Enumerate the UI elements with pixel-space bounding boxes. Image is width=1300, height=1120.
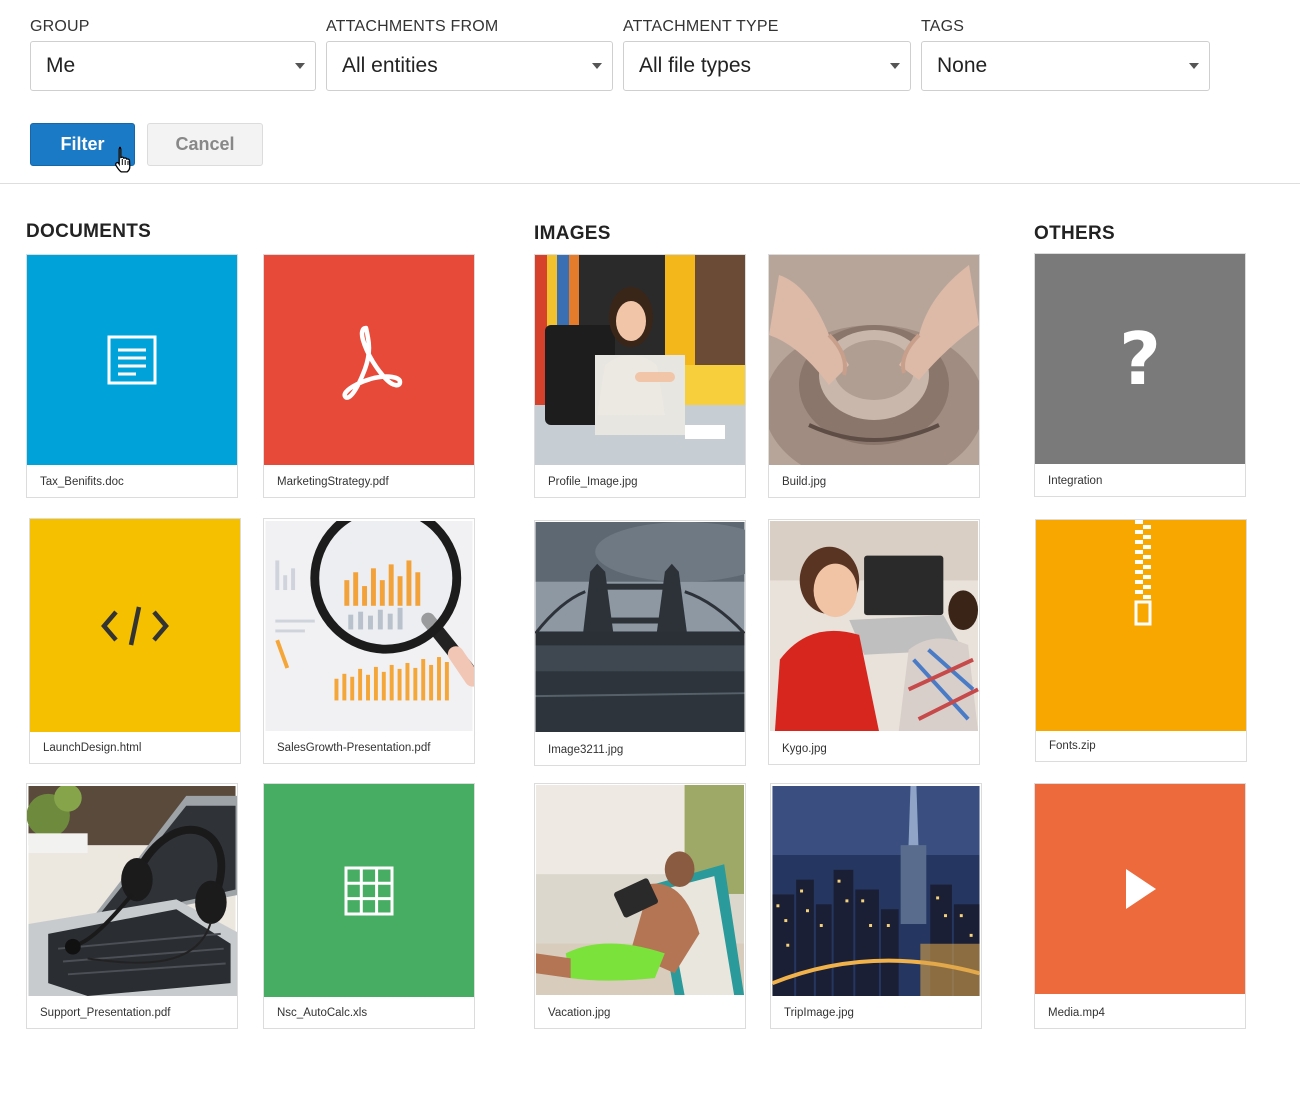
headset-laptop-photo	[27, 785, 237, 996]
attachment-card-integration[interactable]: ? Integration	[1034, 253, 1246, 497]
attachment-card-tax-benifits[interactable]: Tax_Benifits.doc	[26, 254, 238, 498]
group-filter: GROUP Me	[30, 17, 316, 91]
attachment-type-select[interactable]: All file types	[623, 41, 911, 91]
documents-heading: DOCUMENTS	[26, 221, 152, 242]
attachment-type-label: ATTACHMENT TYPE	[623, 18, 779, 35]
woman-office-photo	[535, 255, 745, 465]
attachment-thumbnail	[264, 255, 474, 465]
attachment-filename: Tax_Benifits.doc	[40, 476, 124, 488]
attachment-thumbnail	[771, 784, 981, 997]
zip-icon	[1134, 520, 1152, 626]
attachment-card-tripimage[interactable]: TripImage.jpg	[770, 783, 982, 1029]
attachment-filename: MarketingStrategy.pdf	[277, 476, 389, 488]
attachment-thumbnail	[264, 784, 474, 997]
attachments-from-label: ATTACHMENTS FROM	[326, 18, 499, 35]
attachment-thumbnail	[264, 519, 474, 732]
attachment-thumbnail: ?	[1035, 254, 1245, 464]
chevron-down-icon	[1189, 63, 1199, 69]
attachment-card-vacation[interactable]: Vacation.jpg	[534, 783, 746, 1029]
attachment-thumbnail	[535, 521, 745, 732]
attachment-card-media[interactable]: Media.mp4	[1034, 783, 1246, 1029]
acrobat-icon	[342, 325, 403, 400]
chevron-down-icon	[592, 63, 602, 69]
group-select-value: Me	[46, 54, 76, 77]
hand-cursor-icon	[115, 146, 131, 173]
chevron-down-icon	[890, 63, 900, 69]
attachment-filename: TripImage.jpg	[784, 1007, 854, 1019]
attachment-thumbnail	[30, 519, 240, 732]
chevron-down-icon	[295, 63, 305, 69]
attachment-filename: Kygo.jpg	[782, 743, 827, 755]
attachment-thumbnail	[27, 255, 237, 465]
attachment-filename: Vacation.jpg	[548, 1007, 611, 1019]
attachment-card-build[interactable]: Build.jpg	[768, 254, 980, 498]
tower-bridge-photo	[535, 521, 745, 732]
tags-label: TAGS	[921, 18, 965, 35]
attachment-thumbnail	[769, 255, 979, 465]
tags-select-value: None	[937, 54, 988, 77]
attachment-filename: Nsc_AutoCalc.xls	[277, 1007, 368, 1019]
pottery-photo	[769, 255, 979, 465]
attachment-filename: Support_Presentation.pdf	[40, 1007, 171, 1019]
tags-select[interactable]: None	[921, 41, 1210, 91]
attachment-thumbnail	[1036, 520, 1246, 731]
attachment-filename: Integration	[1048, 475, 1103, 487]
attachment-thumbnail	[535, 784, 745, 996]
attachment-thumbnail	[769, 520, 979, 732]
attachments-from-select[interactable]: All entities	[326, 41, 613, 91]
woman-laptop-photo	[769, 521, 979, 731]
attachment-thumbnail	[1035, 784, 1245, 994]
attachment-card-marketing-strategy[interactable]: MarketingStrategy.pdf	[263, 254, 475, 498]
attachment-type-select-value: All file types	[639, 54, 752, 77]
others-heading: OTHERS	[1034, 223, 1115, 244]
attachment-card-launch-design[interactable]: LaunchDesign.html	[29, 518, 241, 764]
attachment-filename: Image3211.jpg	[548, 744, 624, 756]
play-icon	[1126, 869, 1156, 909]
attachment-thumbnail	[535, 255, 745, 465]
spreadsheet-icon	[344, 866, 394, 915]
city-night-photo	[771, 785, 981, 996]
attachments-from-filter: ATTACHMENTS FROM All entities	[326, 17, 613, 91]
attachment-card-kygo[interactable]: Kygo.jpg	[768, 519, 980, 765]
attachment-filename: Build.jpg	[782, 476, 827, 488]
code-icon	[101, 606, 169, 645]
attachment-filename: Media.mp4	[1048, 1007, 1105, 1019]
attachment-filename: Profile_Image.jpg	[548, 476, 638, 488]
cancel-button[interactable]: Cancel	[147, 123, 263, 166]
tags-filter: TAGS None	[921, 17, 1210, 91]
attachments-from-select-value: All entities	[342, 54, 438, 77]
attachment-card-support-presentation[interactable]: Support_Presentation.pdf	[26, 783, 238, 1029]
group-label: GROUP	[30, 18, 90, 35]
attachment-card-fonts[interactable]: Fonts.zip	[1035, 519, 1247, 762]
attachment-filename: Fonts.zip	[1049, 740, 1096, 752]
attachment-card-profile-image[interactable]: Profile_Image.jpg	[534, 254, 746, 498]
document-icon	[107, 335, 157, 385]
images-heading: IMAGES	[534, 223, 611, 244]
attachment-card-salesgrowth[interactable]: SalesGrowth-Presentation.pdf	[263, 518, 475, 764]
group-select[interactable]: Me	[30, 41, 316, 91]
attachment-thumbnail	[27, 784, 237, 997]
section-divider	[0, 183, 1300, 184]
attachment-type-filter: ATTACHMENT TYPE All file types	[623, 17, 911, 91]
question-icon: ?	[1119, 317, 1161, 401]
beach-tablet-photo	[535, 785, 745, 995]
magnifier-photo	[265, 520, 474, 731]
attachment-filename: LaunchDesign.html	[43, 742, 142, 754]
attachment-filename: SalesGrowth-Presentation.pdf	[277, 742, 431, 754]
attachment-card-image3211[interactable]: Image3211.jpg	[534, 520, 746, 766]
attachment-card-nsc-autocalc[interactable]: Nsc_AutoCalc.xls	[263, 783, 475, 1029]
